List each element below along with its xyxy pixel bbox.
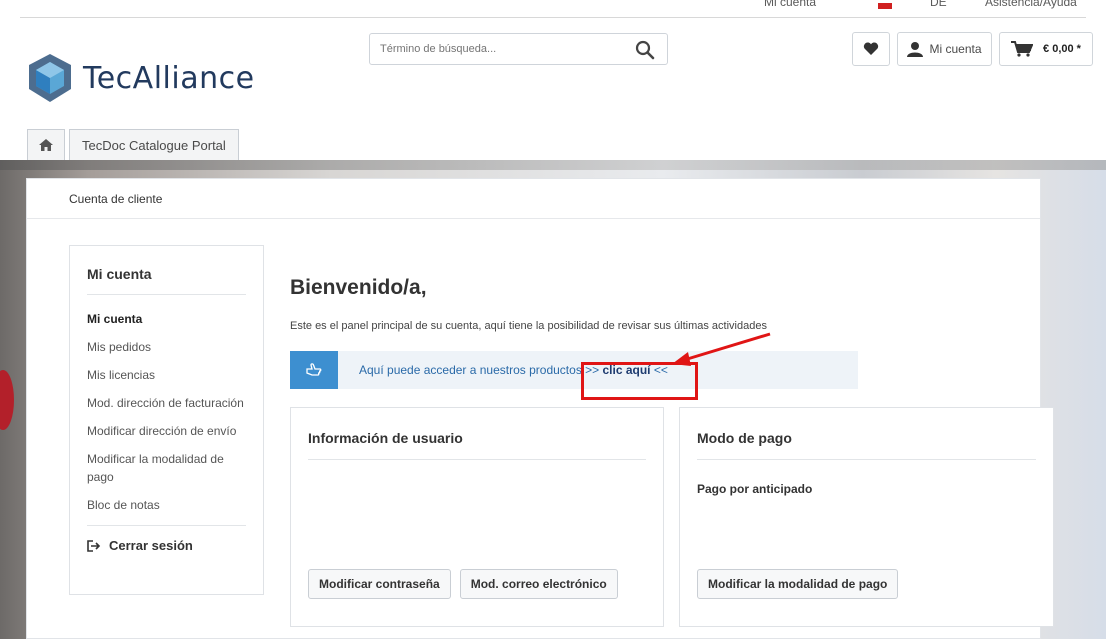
products-info-bar: Aquí puede acceder a nuestros productos … (290, 351, 858, 389)
main-navigation: TecDoc Catalogue Portal (27, 129, 239, 160)
utility-bar: Mi cuenta DE Asistencia/Ayuda (0, 0, 1106, 18)
change-payment-method-button[interactable]: Modificar la modalidad de pago (697, 569, 899, 599)
account-sidebar: Mi cuenta Mi cuenta Mis pedidos Mis lice… (69, 245, 264, 595)
utility-language[interactable]: DE (930, 0, 947, 9)
sidebar-item-licenses[interactable]: Mis licencias (87, 361, 246, 389)
tecalliance-logo-icon (29, 54, 71, 102)
payment-card-title: Modo de pago (697, 430, 1036, 460)
logout-icon (87, 539, 101, 552)
logout-label: Cerrar sesión (109, 538, 193, 553)
search-icon[interactable] (635, 40, 655, 60)
user-info-card: Información de usuario Modificar contras… (290, 407, 664, 627)
sidebar-title: Mi cuenta (87, 266, 246, 295)
sidebar-item-my-account[interactable]: Mi cuenta (87, 305, 246, 333)
cart-total: € 0,00 * (1043, 43, 1081, 55)
brand-name: TecAlliance (83, 60, 255, 96)
flag-icon[interactable] (878, 3, 892, 9)
change-email-button[interactable]: Mod. correo electrónico (459, 569, 618, 599)
cart-button[interactable]: € 0,00 * (999, 32, 1093, 66)
sidebar-item-billing-address[interactable]: Mod. dirección de facturación (87, 389, 246, 417)
logout-link[interactable]: Cerrar sesión (87, 525, 246, 553)
payment-method-value: Pago por anticipado (697, 482, 813, 496)
change-password-button[interactable]: Modificar contraseña (308, 569, 451, 599)
payment-card: Modo de pago Pago por anticipado Modific… (679, 407, 1054, 627)
utility-help-link[interactable]: Asistencia/Ayuda (985, 0, 1077, 9)
products-info-prefix: Aquí puede acceder a nuestros productos … (359, 363, 603, 377)
cart-icon (1011, 41, 1034, 57)
search-box (369, 33, 668, 65)
sidebar-item-payment-method[interactable]: Modificar la modalidad de pago (87, 445, 246, 491)
heart-icon (863, 42, 879, 55)
account-panel: Cuenta de cliente Mi cuenta Mi cuenta Mi… (26, 178, 1054, 639)
search-input[interactable] (370, 34, 620, 64)
intro-text: Este es el panel principal de su cuenta,… (290, 320, 767, 332)
home-icon (39, 139, 53, 151)
sidebar-item-orders[interactable]: Mis pedidos (87, 333, 246, 361)
page-title: Bienvenido/a, (290, 276, 427, 299)
sidebar-item-shipping-address[interactable]: Modificar dirección de envío (87, 417, 246, 445)
home-button[interactable] (27, 129, 65, 160)
account-button[interactable]: Mi cuenta (897, 32, 992, 66)
utility-account-link[interactable]: Mi cuenta (764, 0, 816, 9)
user-icon (907, 42, 924, 57)
tab-tecdoc-catalogue-portal[interactable]: TecDoc Catalogue Portal (69, 129, 239, 160)
hand-pointer-icon (290, 351, 338, 389)
account-button-label: Mi cuenta (929, 42, 982, 56)
breadcrumb[interactable]: Cuenta de cliente (27, 179, 1040, 219)
wishlist-button[interactable] (852, 32, 890, 66)
annotation-highlight-box (581, 362, 698, 400)
user-info-title: Información de usuario (308, 430, 646, 460)
brand-logo[interactable]: TecAlliance (27, 52, 255, 104)
sidebar-item-notepad[interactable]: Bloc de notas (87, 491, 246, 519)
